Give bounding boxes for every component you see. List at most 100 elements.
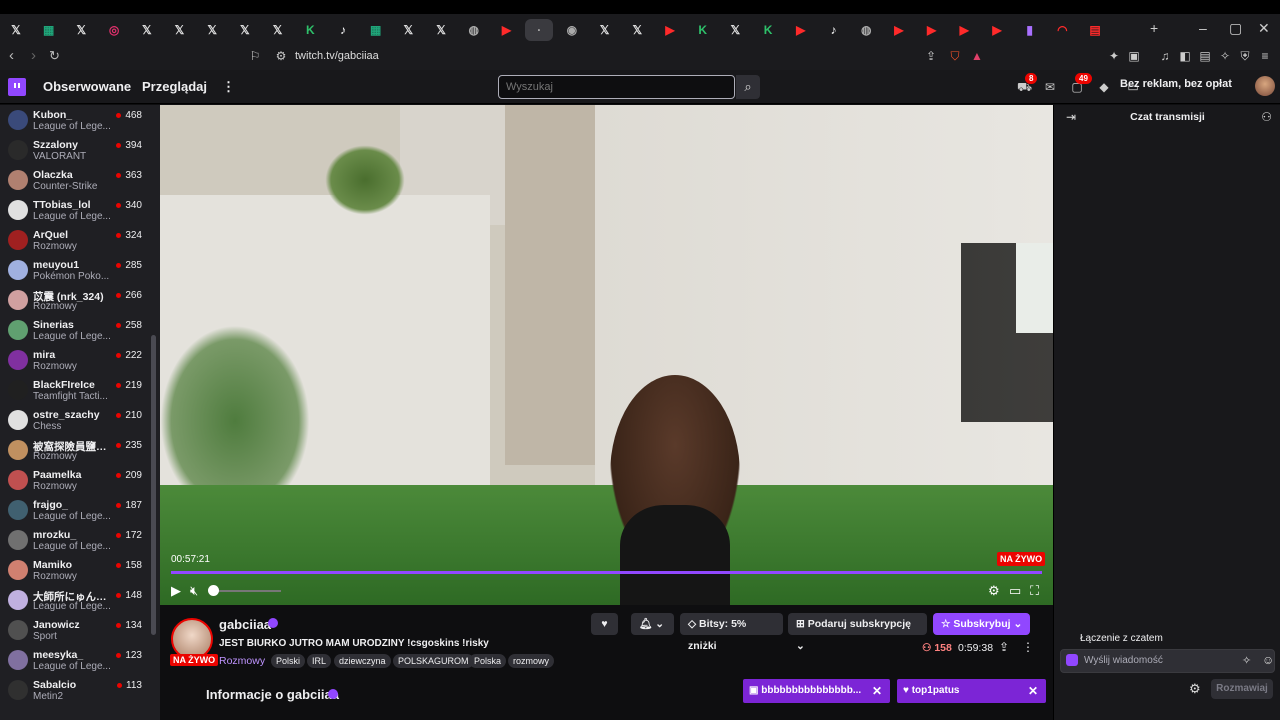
- browser-tab[interactable]: ▦: [35, 19, 63, 41]
- close-icon[interactable]: ✕: [872, 679, 882, 703]
- browser-tab[interactable]: 𝕏: [394, 19, 422, 41]
- minimize-icon[interactable]: –: [1199, 20, 1207, 36]
- more-icon[interactable]: ⋮: [222, 79, 235, 95]
- bits-cheer-icon[interactable]: ✧: [1242, 654, 1251, 667]
- notification-toast[interactable]: ▣ bbbbbbbbbbbbbbb... ✕: [743, 679, 890, 703]
- channel-name[interactable]: gabciiaa: [219, 617, 271, 632]
- url-field[interactable]: twitch.tv/gabciiaa: [295, 50, 379, 62]
- browser-tab[interactable]: 𝕏: [166, 19, 194, 41]
- screenshot-icon[interactable]: ▣: [1127, 49, 1141, 63]
- mute-icon[interactable]: 🔇︎: [190, 583, 198, 599]
- browser-tab[interactable]: ▦: [362, 19, 390, 41]
- forward-icon[interactable]: ›: [31, 47, 36, 64]
- sidebar-channel[interactable]: Janowicz Sport 134: [0, 615, 150, 645]
- vpn-icon[interactable]: ⛨: [1238, 49, 1252, 63]
- sidebar-channel[interactable]: 大師所にゅん子 (... League of Lege... 148: [0, 585, 150, 615]
- sidebar-channel[interactable]: Szzalony VALORANT 394: [0, 135, 150, 165]
- sidebar-channel[interactable]: 苡震 (nrk_324) Rozmowy 266: [0, 285, 150, 315]
- share-icon[interactable]: ⇪: [924, 49, 938, 63]
- follow-heart-icon[interactable]: ♥: [591, 613, 618, 635]
- browser-tab[interactable]: ♪: [329, 19, 357, 41]
- browser-tab[interactable]: ▮: [1016, 19, 1044, 41]
- volume-slider[interactable]: [213, 590, 281, 592]
- sidebar-channel[interactable]: Sabalcio Metin2 113: [0, 675, 150, 705]
- browse-link[interactable]: Przeglądaj: [142, 79, 207, 94]
- video-player[interactable]: [160, 105, 1053, 605]
- sidebar-scrollbar[interactable]: [151, 335, 156, 635]
- stream-tag[interactable]: Polski: [271, 654, 306, 668]
- browser-tab[interactable]: ◎: [100, 19, 128, 41]
- browser-tab[interactable]: ▶: [493, 19, 521, 41]
- notification-bell-icon[interactable]: 🔔︎ ⌄: [631, 613, 674, 635]
- sidebar-channel[interactable]: Kubon_ League of Lege... 468: [0, 105, 150, 135]
- leo-icon[interactable]: ✧: [1218, 49, 1232, 63]
- media-icon[interactable]: ♫: [1158, 49, 1172, 63]
- bits-icon[interactable]: ◆: [1097, 80, 1111, 94]
- browser-tab[interactable]: ▶: [918, 19, 946, 41]
- browser-tab[interactable]: ♪: [820, 19, 848, 41]
- stream-tag[interactable]: Polska: [469, 654, 507, 668]
- browser-tab[interactable]: ◍: [460, 19, 488, 41]
- browser-tab[interactable]: K: [689, 19, 717, 41]
- more-options-icon[interactable]: ⋮: [1022, 640, 1034, 654]
- sidebar-channel[interactable]: ArQuel Rozmowy 324: [0, 225, 150, 255]
- browser-tab[interactable]: 𝕏: [264, 19, 292, 41]
- back-icon[interactable]: ‹: [9, 47, 14, 64]
- sidebar-channel[interactable]: Sinerias League of Lege... 258: [0, 315, 150, 345]
- sidebar-channel[interactable]: Paamelka Rozmowy 209: [0, 465, 150, 495]
- chat-users-icon[interactable]: ⚇: [1261, 110, 1272, 124]
- browser-tab[interactable]: ▶: [656, 19, 684, 41]
- following-link[interactable]: Obserwowane: [43, 79, 131, 94]
- search-button[interactable]: ⌕: [736, 75, 760, 99]
- browser-tab[interactable]: 𝕏: [591, 19, 619, 41]
- new-tab-button[interactable]: +: [1150, 20, 1158, 36]
- browser-tab[interactable]: ▶: [787, 19, 815, 41]
- browser-tab[interactable]: 𝕏: [623, 19, 651, 41]
- chat-settings-icon[interactable]: ⚙: [1189, 681, 1201, 697]
- stream-tag[interactable]: dziewczyna: [334, 654, 391, 668]
- chat-badge-icon[interactable]: [1066, 654, 1078, 666]
- browser-tab[interactable]: 𝕏: [67, 19, 95, 41]
- stream-tag[interactable]: POLSKAGUROM: [393, 654, 474, 668]
- browser-tab[interactable]: 𝕏: [2, 19, 30, 41]
- menu-icon[interactable]: ≡: [1258, 49, 1272, 63]
- extensions-icon[interactable]: ✦: [1107, 49, 1121, 63]
- sidebar-channel[interactable]: Mamiko Rozmowy 158: [0, 555, 150, 585]
- sidebar-channel[interactable]: mrozku_ League of Lege... 172: [0, 525, 150, 555]
- close-icon[interactable]: ✕: [1028, 679, 1038, 703]
- volume-knob[interactable]: [208, 585, 219, 596]
- subscribe-button[interactable]: ☆ Subskrybuj ⌄: [933, 613, 1030, 635]
- browser-tab[interactable]: K: [296, 19, 324, 41]
- stream-category-link[interactable]: Rozmowy: [219, 655, 265, 667]
- browser-tab[interactable]: 𝕏: [427, 19, 455, 41]
- fullscreen-icon[interactable]: ⛶: [1030, 583, 1039, 599]
- browser-tab[interactable]: K: [754, 19, 782, 41]
- browser-tab[interactable]: 𝕏: [133, 19, 161, 41]
- browser-tab[interactable]: ◍: [852, 19, 880, 41]
- browser-tab[interactable]: ▤: [1081, 19, 1109, 41]
- browser-tab[interactable]: ·: [525, 19, 554, 41]
- chat-send-button[interactable]: Rozmawiaj: [1211, 679, 1273, 699]
- browser-tab[interactable]: ◠: [1048, 19, 1076, 41]
- sidebar-channel[interactable]: ostre_szachy Chess 210: [0, 405, 150, 435]
- stream-tag[interactable]: rozmowy: [508, 654, 555, 668]
- no-ads-button[interactable]: Bez reklam, bez opłat: [1120, 78, 1232, 90]
- progress-bar[interactable]: [171, 571, 1042, 574]
- sidebar-channel[interactable]: Olaczka Counter-Strike 363: [0, 165, 150, 195]
- sidebar-icon[interactable]: ◧: [1178, 49, 1192, 63]
- sidebar-channel[interactable]: TTobias_lol League of Lege... 340: [0, 195, 150, 225]
- play-icon[interactable]: ▶: [171, 583, 181, 599]
- browser-tab[interactable]: 𝕏: [721, 19, 749, 41]
- brave-rewards-icon[interactable]: ▲: [970, 49, 984, 63]
- sidebar-channel[interactable]: 被窩探險員鹽拉 (... Rozmowy 235: [0, 435, 150, 465]
- twitch-logo-icon[interactable]: [8, 78, 26, 96]
- maximize-icon[interactable]: ▢: [1229, 20, 1242, 37]
- browser-tab[interactable]: ◉: [558, 19, 586, 41]
- sidebar-channel[interactable]: BlackFIreIce Teamfight Tacti... 219: [0, 375, 150, 405]
- settings-icon[interactable]: ⚙: [988, 583, 1000, 599]
- brave-shield-icon[interactable]: ⛉: [948, 49, 962, 63]
- browser-tab[interactable]: ▶: [950, 19, 978, 41]
- emote-icon[interactable]: ☺: [1262, 653, 1274, 667]
- sidebar-channel[interactable]: meesyka_ League of Lege... 123: [0, 645, 150, 675]
- sidebar-channel[interactable]: mira Rozmowy 222: [0, 345, 150, 375]
